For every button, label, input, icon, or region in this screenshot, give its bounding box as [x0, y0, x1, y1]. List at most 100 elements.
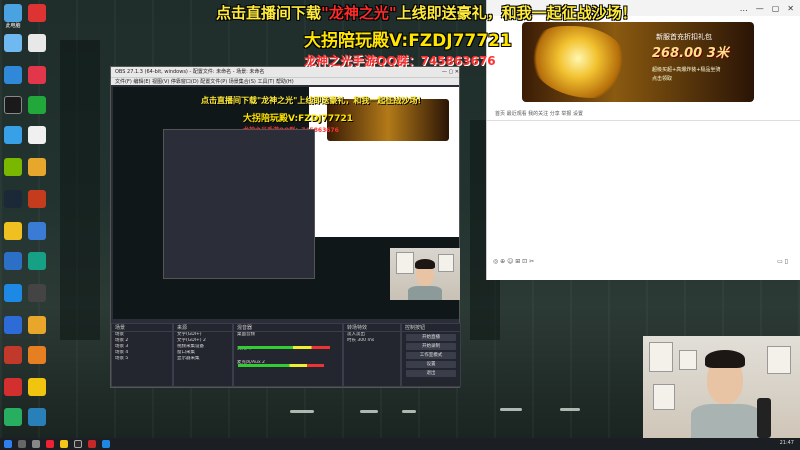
- transition-duration[interactable]: 时长 300 ms: [344, 338, 400, 344]
- more-icon[interactable]: …: [740, 4, 748, 13]
- app-icon[interactable]: [28, 408, 46, 426]
- microphone: [757, 398, 771, 438]
- wall-poster: [767, 346, 791, 374]
- recycle-bin-icon[interactable]: [4, 34, 22, 52]
- exit-button[interactable]: 退出: [406, 370, 456, 377]
- audio-meter: [238, 346, 330, 349]
- app-icon[interactable]: [4, 96, 22, 114]
- office-icon[interactable]: [28, 190, 46, 208]
- obs-window[interactable]: OBS 27.1.3 (64-bit, windows) - 配置文件: 未命名…: [110, 66, 461, 388]
- obs-menubar[interactable]: 文件(F) 编辑(E) 视图(V) 停靠窗口(D) 配置文件(P) 场景集合(S…: [111, 77, 459, 85]
- banner-suffix: 上线即送豪礼，和我一起征战沙场！: [396, 4, 637, 22]
- app-icon[interactable]: [28, 252, 46, 270]
- app-icon[interactable]: [88, 440, 96, 448]
- folder-icon[interactable]: [28, 316, 46, 334]
- clock[interactable]: 21:47: [780, 440, 794, 446]
- bilibili-icon[interactable]: [28, 66, 46, 84]
- app-icon[interactable]: [4, 408, 22, 426]
- source-item[interactable]: 显示器采集: [174, 356, 232, 362]
- steam-icon[interactable]: [4, 190, 22, 208]
- computer-icon[interactable]: [4, 4, 22, 22]
- controls-dock[interactable]: 控制按钮 开始直播 开始录制 工作室模式 设置 退出: [401, 323, 461, 387]
- scenes-dock[interactable]: 场景 场景 场景 2 场景 3 场景 4 场景 5: [111, 323, 173, 387]
- banner-prefix: 点击直播间下载: [216, 4, 322, 22]
- divider: [487, 120, 800, 121]
- close-icon[interactable]: ✕: [787, 4, 794, 13]
- app-icon[interactable]: [46, 440, 54, 448]
- ad-line: 点击领取: [652, 76, 673, 82]
- dock-header: 控制按钮: [402, 324, 460, 332]
- app-icon[interactable]: [4, 252, 22, 270]
- app-icon[interactable]: [4, 284, 22, 302]
- search-icon[interactable]: [18, 440, 26, 448]
- wall-poster: [679, 350, 697, 370]
- app-icon[interactable]: [4, 126, 22, 144]
- nested-promo: 大拐陪玩殿V:FZDJ77721: [243, 114, 353, 124]
- wechat-icon[interactable]: [28, 96, 46, 114]
- stream-banner: 点击直播间下载"龙神之光"上线即送豪礼，和我一起征战沙场！: [216, 2, 637, 23]
- netease-icon[interactable]: [28, 4, 46, 22]
- chrome-icon[interactable]: [28, 34, 46, 52]
- obs-title: OBS 27.1.3 (64-bit, windows) - 配置文件: 未命名…: [115, 69, 265, 75]
- ad-line: 超级买超+高爆炸装+极品坐骑: [652, 67, 721, 73]
- ceiling-light: [560, 408, 580, 411]
- promo-qq-number: 745863676: [420, 54, 496, 68]
- promo-qq-group: 龙神之光手游QQ群：745863676: [304, 52, 496, 69]
- transitions-dock[interactable]: 转场特效 淡入淡出 时长 300 ms: [343, 323, 401, 387]
- start-icon[interactable]: [4, 440, 12, 448]
- audio-meter: [238, 364, 324, 367]
- mixer-dock[interactable]: 混音器 桌面音频 麦克风/Aux 麦克风/Aux 2: [233, 323, 343, 387]
- ad-price: 268.00 3米: [652, 42, 729, 61]
- maximize-icon[interactable]: ▢: [772, 4, 780, 13]
- wall-poster: [438, 254, 454, 272]
- app-icon[interactable]: [28, 222, 46, 240]
- ceiling-light: [402, 410, 416, 413]
- person-shirt: [408, 286, 442, 300]
- dock-header: 来源: [174, 324, 232, 332]
- banner-game: "龙神之光": [321, 4, 397, 22]
- game-ad-banner[interactable]: 新服首充折扣礼包 268.00 3米 超级买超+高爆炸装+极品坐骑 点击领取: [522, 22, 754, 102]
- browser-toolbar[interactable]: 首页 最近观看 我的关注 分享 举报 设置: [495, 110, 583, 117]
- webcam-overlay: [643, 336, 800, 438]
- desktop-icon-label: 此电脑: [5, 23, 21, 29]
- studio-mode-button[interactable]: 工作室模式: [406, 352, 456, 359]
- game-icon[interactable]: [4, 346, 22, 364]
- dock-header: 转场特效: [344, 324, 400, 332]
- obs-docks: 场景 场景 场景 2 场景 3 场景 4 场景 5 来源 文字(GDI+) 文字…: [111, 323, 461, 387]
- obs-icon[interactable]: [74, 440, 82, 448]
- phoenix-graphic: [528, 26, 628, 98]
- folder-icon[interactable]: [60, 440, 68, 448]
- wall-poster: [649, 342, 673, 372]
- folder-icon[interactable]: [4, 222, 22, 240]
- person-hair: [705, 350, 745, 368]
- window-controls[interactable]: ▭ ▯: [777, 258, 788, 265]
- dock-header: 场景: [112, 324, 172, 332]
- nested-obs: [163, 129, 315, 279]
- app-icon[interactable]: [28, 346, 46, 364]
- app-icon[interactable]: [28, 284, 46, 302]
- app-icon[interactable]: [4, 378, 22, 396]
- building-silhouette: [60, 40, 100, 340]
- start-streaming-button[interactable]: 开始直播: [406, 334, 456, 341]
- nvidia-icon[interactable]: [4, 158, 22, 176]
- promo-wechat: 大拐陪玩殿V:FZDJ77721: [304, 31, 512, 51]
- scene-item[interactable]: 场景 5: [112, 356, 172, 362]
- app-icon[interactable]: [28, 378, 46, 396]
- folder-icon[interactable]: [28, 158, 46, 176]
- minimize-icon[interactable]: —: [756, 4, 764, 13]
- task-view-icon[interactable]: [32, 440, 40, 448]
- mixer-channel-label: 桌面音频: [237, 332, 255, 337]
- ad-price-unit: 3米: [706, 46, 729, 61]
- app-icon[interactable]: [4, 316, 22, 334]
- wall-poster: [396, 252, 414, 274]
- ad-price-value: 268.00: [652, 46, 703, 61]
- settings-button[interactable]: 设置: [406, 361, 456, 368]
- start-recording-button[interactable]: 开始录制: [406, 343, 456, 350]
- edge-icon[interactable]: [4, 66, 22, 84]
- promo-qq-label: 龙神之光手游QQ群：: [304, 54, 421, 68]
- document-icon[interactable]: [28, 126, 46, 144]
- browser-icon[interactable]: [102, 440, 110, 448]
- chat-toolbar[interactable]: ◎ ⊕ ☺ ⊞ ⊡ ✂: [493, 258, 534, 265]
- ceiling-light: [290, 410, 314, 413]
- sources-dock[interactable]: 来源 文字(GDI+) 文字(GDI+) 2 视频采集设备 窗口采集 显示器采集: [173, 323, 233, 387]
